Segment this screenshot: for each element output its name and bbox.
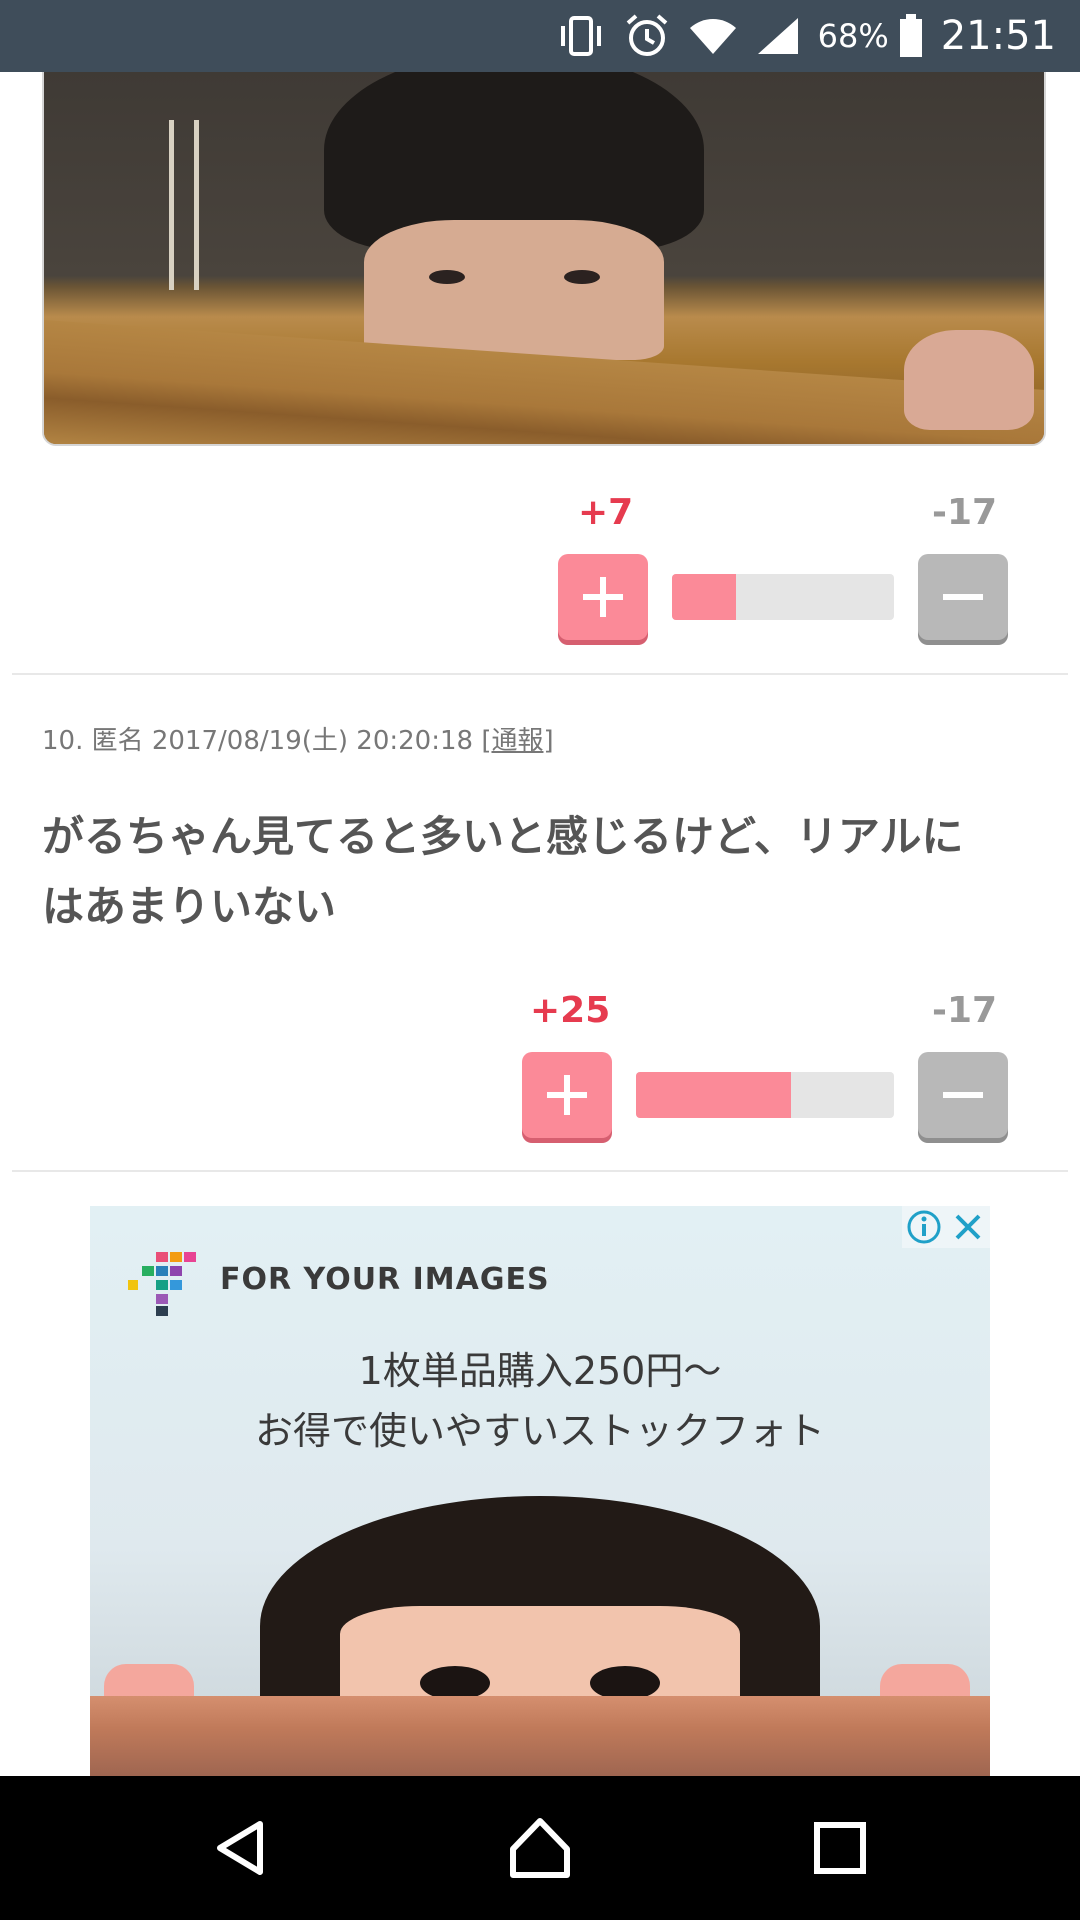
- comment-text: がるちゃん見てると多いと感じるけど、リアルに はあまりいない: [42, 812, 964, 931]
- report-link[interactable]: 通報: [491, 726, 543, 756]
- ad-headline: 1枚単品購入250円～: [358, 1349, 722, 1393]
- ad-subline: お得で使いやすいストックフォト: [254, 1409, 825, 1453]
- brand-logo-icon: [126, 1248, 206, 1322]
- signal-icon: [756, 16, 800, 56]
- vibrate-icon: [556, 14, 606, 58]
- plus-count: +25: [530, 990, 611, 1031]
- back-icon: [217, 1821, 263, 1875]
- plus-count: +7: [578, 492, 634, 533]
- clock: 21:51: [940, 13, 1056, 59]
- ad-choices[interactable]: [902, 1206, 990, 1248]
- battery-percent: 68%: [817, 17, 889, 55]
- minus-count: -17: [932, 492, 998, 533]
- home-button[interactable]: [500, 1808, 580, 1888]
- vote-ratio-bar: [672, 574, 894, 620]
- back-button[interactable]: [200, 1808, 280, 1888]
- alarm-icon: [624, 13, 670, 59]
- minus-count: -17: [932, 990, 998, 1031]
- home-icon: [510, 1818, 570, 1878]
- info-icon[interactable]: [902, 1206, 946, 1248]
- divider: [12, 1170, 1068, 1172]
- plus-icon: [547, 1075, 587, 1115]
- plus-button[interactable]: [522, 1052, 612, 1138]
- navigation-bar: [0, 1776, 1080, 1920]
- battery-icon: [899, 14, 923, 58]
- comment-meta-text: 10. 匿名 2017/08/19(土) 20:20:18 [: [42, 726, 492, 756]
- thread-content[interactable]: +7 -17 10. 匿名 2017/08/19(土) 20:20:18 [通報…: [0, 72, 1080, 1776]
- close-icon[interactable]: [946, 1206, 990, 1248]
- minus-icon: [943, 594, 983, 600]
- plus-icon: [583, 577, 623, 617]
- wifi-icon: [688, 16, 738, 56]
- vote-ratio-fill: [672, 574, 737, 620]
- recents-button[interactable]: [800, 1808, 880, 1888]
- minus-button[interactable]: [918, 554, 1008, 640]
- vote-ratio-bar: [636, 1072, 894, 1118]
- minus-icon: [943, 1092, 983, 1098]
- ad-brand-name: FOR YOUR IMAGES: [220, 1262, 550, 1297]
- minus-button[interactable]: [918, 1052, 1008, 1138]
- recents-icon: [814, 1822, 866, 1874]
- comment-image[interactable]: [42, 72, 1046, 446]
- divider: [12, 673, 1068, 675]
- advertisement[interactable]: FOR YOUR IMAGES 1枚単品購入250円～ お得で使いやすいストック…: [90, 1206, 990, 1776]
- comment-meta: 10. 匿名 2017/08/19(土) 20:20:18 [通報]: [42, 726, 554, 756]
- plus-button[interactable]: [558, 554, 648, 640]
- status-bar: 68% 21:51: [0, 0, 1080, 72]
- vote-ratio-fill: [636, 1072, 791, 1118]
